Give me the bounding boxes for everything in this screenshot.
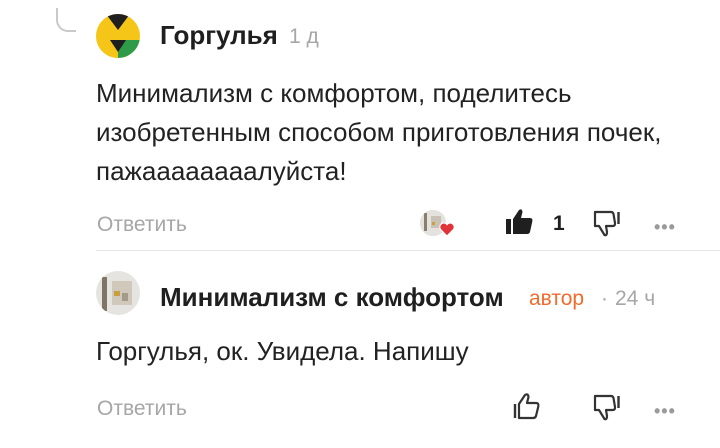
reply-button[interactable]: Ответить <box>97 397 187 421</box>
avatar[interactable] <box>96 14 140 58</box>
thumbs-up-filled-icon[interactable] <box>504 207 534 237</box>
thumbs-down-outline-icon[interactable] <box>591 393 621 423</box>
reply-button[interactable]: Ответить <box>97 213 187 237</box>
comment-text: Горгулья, ок. Увидела. Напишу <box>96 336 469 366</box>
like-count: 1 <box>553 212 565 235</box>
comment-author[interactable]: Минимализм с комфортом <box>160 282 504 313</box>
avatar[interactable] <box>96 271 140 315</box>
author-badge: автор <box>529 287 585 310</box>
comment-time: 24 ч <box>615 287 656 310</box>
more-dots-icon[interactable]: ••• <box>654 217 676 238</box>
thumbs-up-outline-icon[interactable] <box>512 391 542 421</box>
more-dots-icon[interactable]: ••• <box>654 401 676 422</box>
reply-curve-icon <box>56 8 76 32</box>
heart-icon <box>439 222 455 237</box>
meta-separator: · <box>601 287 608 310</box>
author-liked-indicator <box>420 210 458 240</box>
thumbs-down-outline-icon[interactable] <box>591 209 621 239</box>
comment-time: 1 д <box>289 25 319 48</box>
comment-text: Минимализм с комфортом, поделитесь изобр… <box>96 78 662 186</box>
comment-author[interactable]: Горгулья <box>160 20 278 51</box>
divider <box>96 250 720 251</box>
